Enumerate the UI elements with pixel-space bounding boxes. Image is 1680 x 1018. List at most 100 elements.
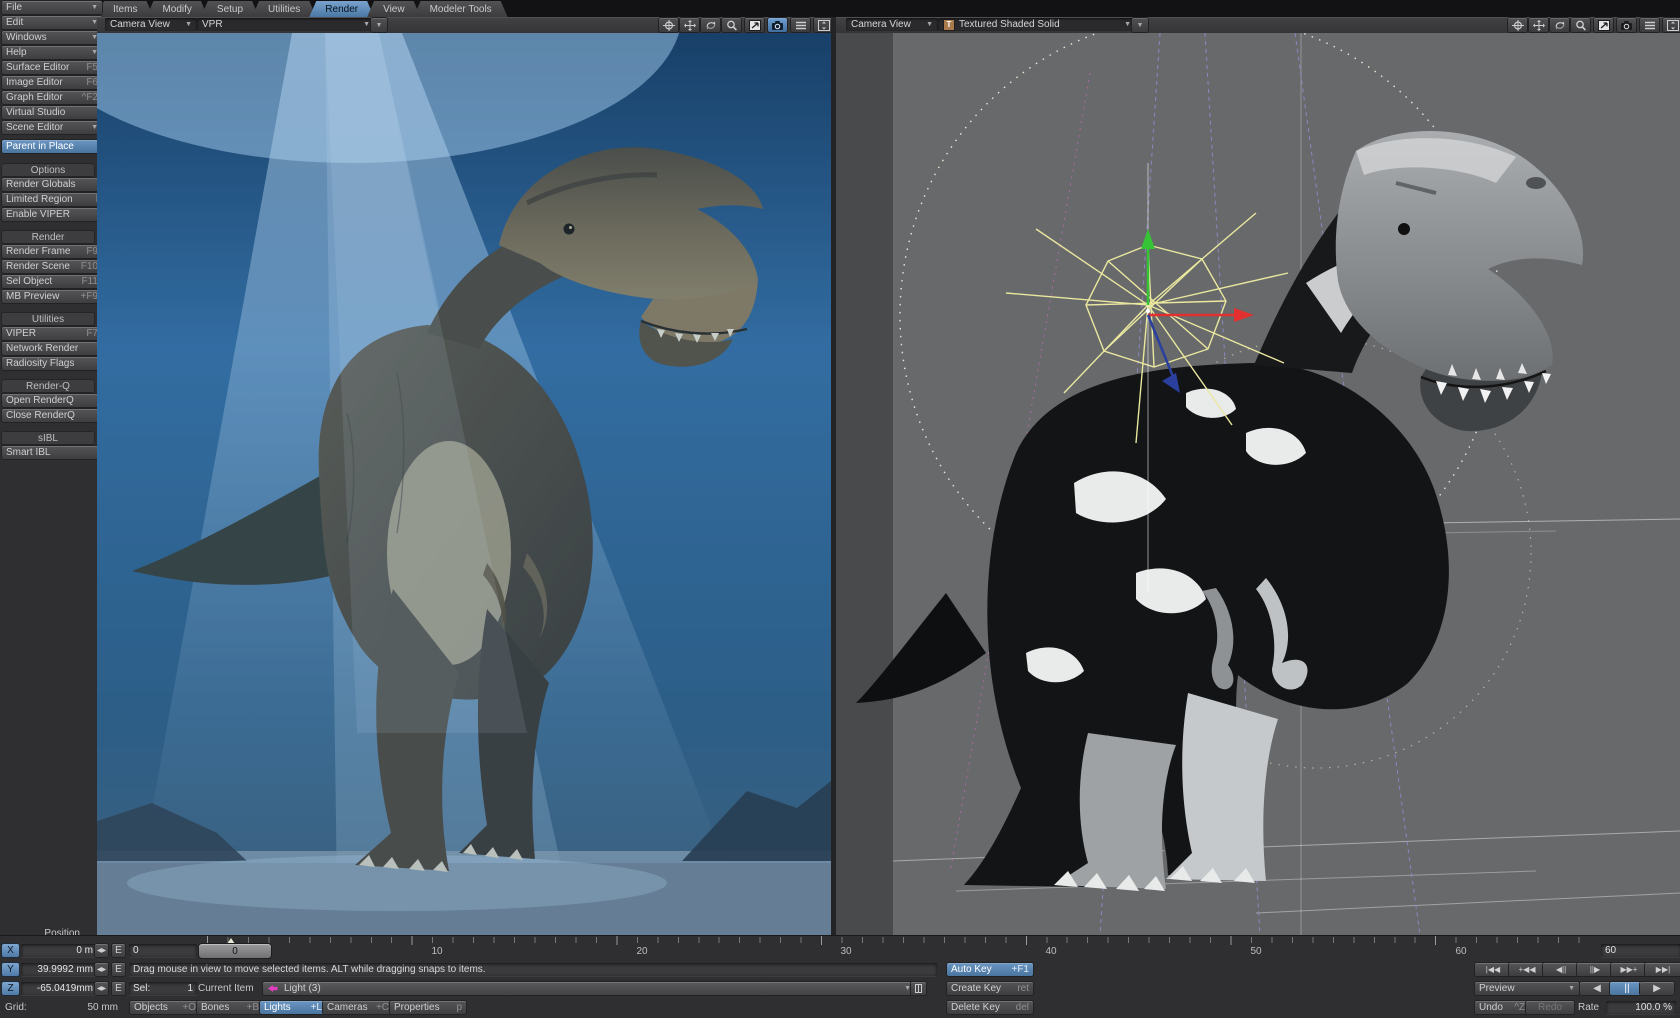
section-header-render: Render [2,231,94,243]
preview-dropdown[interactable]: Preview▼ [1475,982,1579,995]
close-renderq-button[interactable]: Close RenderQ [2,409,102,422]
render-globals-button[interactable]: Render Globals [2,178,102,191]
redo-button[interactable]: Redo [1526,1001,1574,1014]
right-viewport[interactable] [836,33,1680,935]
tab-modify[interactable]: Modify [146,1,207,17]
x-nudge-button[interactable]: ◀▶ [95,944,108,957]
chevron-down-icon: ▼ [904,985,911,992]
camera-view-icon[interactable] [768,18,787,32]
sel-object-button[interactable]: Sel ObjectF11 [2,275,102,288]
render-frame-button[interactable]: Render FrameF9 [2,245,102,258]
objects-mode-button[interactable]: Objects+O [130,1001,200,1014]
go-to-last-frame-button[interactable]: ▶▶| [1645,963,1680,976]
tick-label: 40 [1039,946,1063,957]
tick-label: 10 [425,946,449,957]
create-key-button[interactable]: Create Keyret [947,982,1033,995]
expand-viewport-icon[interactable] [1663,18,1680,32]
undo-button[interactable]: Undo^Z [1475,1001,1529,1014]
smart-ibl-button[interactable]: Smart IBL [2,446,102,459]
limited-region-button[interactable]: Limited Regionl [2,193,102,206]
center-item-icon[interactable] [659,18,678,32]
rate-field[interactable]: 100.0 % [1606,1001,1676,1014]
radiosity-flags-button[interactable]: Radiosity Flags [2,357,102,370]
viewport-menu-icon[interactable] [1640,18,1659,32]
menu-file[interactable]: File▼ [2,1,102,14]
surface-editor-button[interactable]: Surface EditorF5 [2,61,102,74]
enable-viper-button[interactable]: Enable VIPER [2,208,102,221]
center-item-icon[interactable] [1508,18,1527,32]
x-envelope-button[interactable]: E [112,944,125,957]
fit-view-icon[interactable] [745,18,764,32]
go-to-first-frame-button[interactable]: |◀◀ [1475,963,1511,976]
pause-button[interactable]: || [1610,982,1644,995]
z-envelope-button[interactable]: E [112,982,125,995]
pan-view-icon[interactable] [680,18,699,32]
zoom-view-icon[interactable] [1571,18,1590,32]
viewport-divider[interactable] [831,17,836,935]
open-renderq-button[interactable]: Open RenderQ [2,394,102,407]
tick-label: 50 [1244,946,1268,957]
rotate-view-icon[interactable] [701,18,720,32]
panel-icon [915,984,922,993]
network-render-button[interactable]: Network Render [2,342,102,355]
tab-view[interactable]: View [367,1,421,17]
bones-mode-button[interactable]: Bones+B [197,1001,263,1014]
mb-preview-button[interactable]: MB Preview+F9 [2,290,102,303]
fit-view-icon[interactable] [1594,18,1613,32]
properties-button[interactable]: Propertiesp [390,1001,466,1014]
y-nudge-button[interactable]: ◀▶ [95,963,108,976]
pan-view-icon[interactable] [1529,18,1548,32]
timeline-slider-handle[interactable]: 0 [199,944,271,958]
image-editor-button[interactable]: Image EditorF6 [2,76,102,89]
virtual-studio-button[interactable]: Virtual Studio [2,106,102,119]
previous-key-button[interactable]: +◀◀ [1509,963,1545,976]
y-position-field[interactable]: 39.9992 mm [21,963,97,976]
auto-key-button[interactable]: Auto Key+F1 [947,963,1033,976]
next-key-button[interactable]: ▶▶+ [1611,963,1647,976]
viewport-menu-icon[interactable] [791,18,810,32]
end-frame-field[interactable]: 60 [1601,944,1680,957]
tab-utilities[interactable]: Utilities [252,1,316,17]
menu-edit[interactable]: Edit▼ [2,16,102,29]
left-viewport[interactable] [97,33,831,935]
right-viewport-options-dropdown[interactable]: ▼ [1132,18,1148,32]
timeline-major-ticks [207,936,1597,945]
menu-help[interactable]: Help▼ [2,46,102,59]
lights-mode-button[interactable]: Lights+L [260,1001,326,1014]
y-envelope-button[interactable]: E [112,963,125,976]
cameras-mode-button[interactable]: Cameras+C [323,1001,393,1014]
step-back-button[interactable]: ◀|| [1543,963,1579,976]
step-forward-button[interactable]: ||▶ [1577,963,1613,976]
x-position-field[interactable]: 0 m [21,944,97,957]
z-nudge-button[interactable]: ◀▶ [95,982,108,995]
tab-items[interactable]: Items [97,1,153,17]
y-axis-button[interactable]: Y [2,963,19,976]
camera-view-icon[interactable] [1617,18,1636,32]
play-reverse-button[interactable]: ◀ [1580,982,1614,995]
right-render-mode-dropdown[interactable]: T Textured Shaded Solid ▼ [938,18,1136,31]
viper-button[interactable]: VIPERF7 [2,327,102,340]
tab-render[interactable]: Render [309,1,374,17]
current-item-dropdown[interactable]: Light (3) ▼ [263,982,915,995]
tab-setup[interactable]: Setup [201,1,259,17]
z-axis-button[interactable]: Z [2,982,19,995]
current-frame-field[interactable]: 0 [129,944,197,957]
delete-key-button[interactable]: Delete Keydel [947,1001,1033,1014]
tab-modeler-tools[interactable]: Modeler Tools [414,1,508,17]
x-axis-button[interactable]: X [2,944,19,957]
scene-editor-button[interactable]: Scene Editor▼ [2,121,102,134]
play-forward-button[interactable]: ▶ [1640,982,1674,995]
left-view-mode-dropdown[interactable]: Camera View▼ [105,18,197,31]
graph-editor-button[interactable]: Graph Editor^F2 [2,91,102,104]
chevron-down-icon: ▼ [1568,985,1575,992]
left-render-mode-dropdown[interactable]: VPR▼ [197,18,375,31]
left-viewport-options-dropdown[interactable]: ▼ [371,18,387,32]
zoom-view-icon[interactable] [722,18,741,32]
item-properties-panel-button[interactable] [911,982,926,995]
render-scene-button[interactable]: Render SceneF10 [2,260,102,273]
right-view-mode-dropdown[interactable]: Camera View▼ [846,18,938,31]
z-position-field[interactable]: -65.0419mm [21,982,97,995]
menu-windows[interactable]: Windows▼ [2,31,102,44]
parent-in-place-button[interactable]: Parent in Place [2,140,102,153]
rotate-view-icon[interactable] [1550,18,1569,32]
